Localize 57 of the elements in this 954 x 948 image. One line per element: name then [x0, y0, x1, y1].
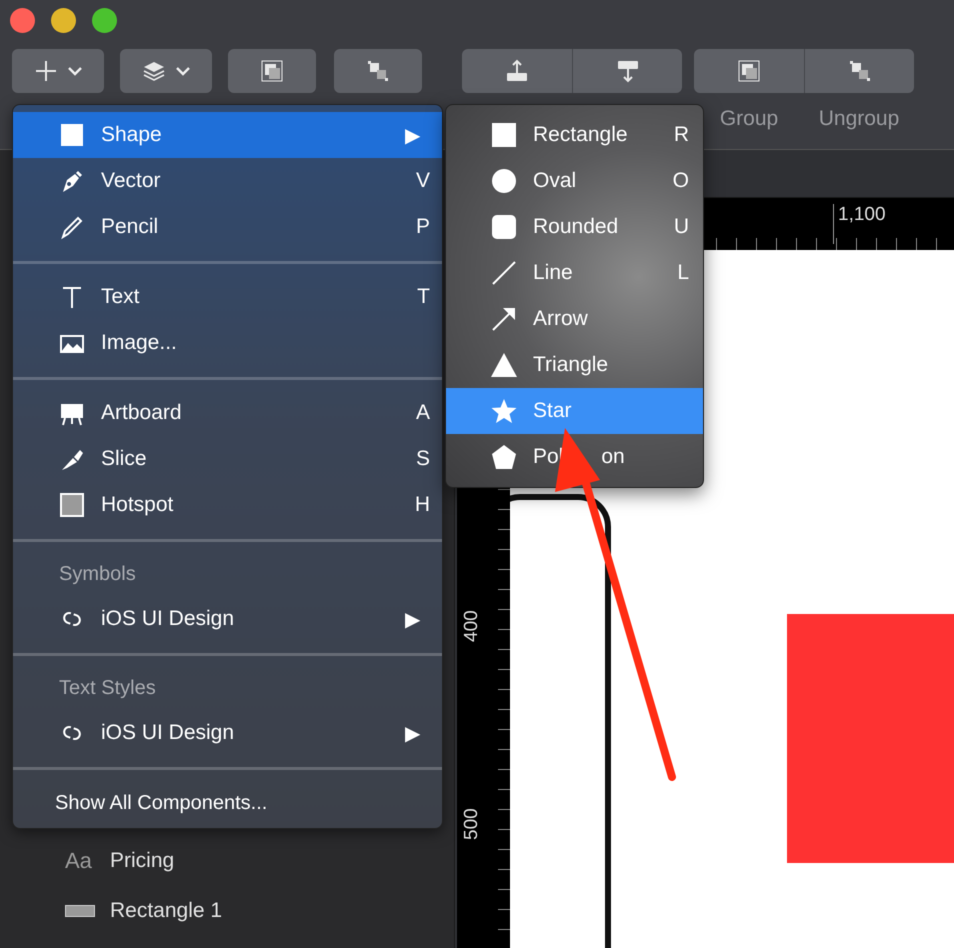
menu-item[interactable]: Arrow: [446, 296, 703, 342]
toolbar-button[interactable]: [120, 49, 212, 93]
menu-item[interactable]: Vector V: [13, 158, 442, 204]
bring-forward-icon: [505, 59, 529, 83]
pencil-icon: [59, 214, 85, 240]
circle-icon: [491, 168, 517, 194]
close-button[interactable]: [10, 8, 35, 33]
menu-section-header: Text Styles: [58, 676, 157, 700]
menu-item[interactable]: Image...: [13, 320, 442, 366]
toolbar-button[interactable]: [334, 49, 422, 93]
frame-icon: [260, 59, 284, 83]
ruler-label: 400: [461, 610, 483, 642]
menu-item[interactable]: Rounded U: [446, 204, 703, 250]
arrow-icon: [491, 306, 517, 332]
layer-name[interactable]: Pricing: [110, 849, 174, 873]
menu-item[interactable]: Triangle: [446, 342, 703, 388]
scatter-icon: [848, 59, 872, 83]
minimize-button[interactable]: [51, 8, 76, 33]
rounded-square-icon: [491, 214, 517, 240]
menu-item[interactable]: Show All Components...: [13, 780, 442, 826]
menu-item[interactable]: Slice S: [13, 436, 442, 482]
menu-item[interactable]: Oval O: [446, 158, 703, 204]
text-layer-icon: Aa: [65, 848, 92, 874]
frame-icon: [737, 59, 761, 83]
triangle-icon: [491, 352, 517, 378]
menu-item-label: on: [601, 445, 625, 468]
menu-item[interactable]: iOS UI Design ▶: [13, 710, 442, 756]
chevron-icon: [176, 66, 190, 76]
ruler-label: 500: [461, 808, 483, 840]
plus-icon: [34, 59, 58, 83]
menu-item[interactable]: Shape ▶: [13, 112, 442, 158]
menu-section-header: Symbols: [58, 562, 137, 586]
menu-item[interactable]: Rectangle R: [446, 112, 703, 158]
toolbar-button[interactable]: [12, 49, 104, 93]
star-icon: [491, 398, 517, 424]
toolbar-label: Group: [718, 107, 780, 131]
pentagon-icon: [491, 444, 517, 470]
square-icon: [491, 122, 517, 148]
menu-item[interactable]: Hotspot H: [13, 482, 442, 528]
menu-item[interactable]: Line L: [446, 250, 703, 296]
layer-name[interactable]: Rectangle 1: [110, 899, 222, 923]
ruler-label: 1,100: [833, 204, 886, 244]
menu-item[interactable]: Artboard A: [13, 390, 442, 436]
menu-item[interactable]: iOS UI Design ▶: [13, 596, 442, 642]
menu-item[interactable]: Pencil P: [13, 204, 442, 250]
scatter-icon: [366, 59, 390, 83]
rectangle-layer-icon: [65, 905, 95, 917]
square-icon: [59, 122, 85, 148]
send-backward-icon: [616, 59, 640, 83]
menu-item[interactable]: Text T: [13, 274, 442, 320]
chevron-icon: [68, 66, 82, 76]
toolbar-button[interactable]: [228, 49, 316, 93]
square-icon: [59, 492, 85, 518]
line-icon: [491, 260, 517, 286]
toolbar-label: Ungroup: [818, 107, 900, 131]
zoom-button[interactable]: [92, 8, 117, 33]
layers-icon: [142, 59, 166, 83]
